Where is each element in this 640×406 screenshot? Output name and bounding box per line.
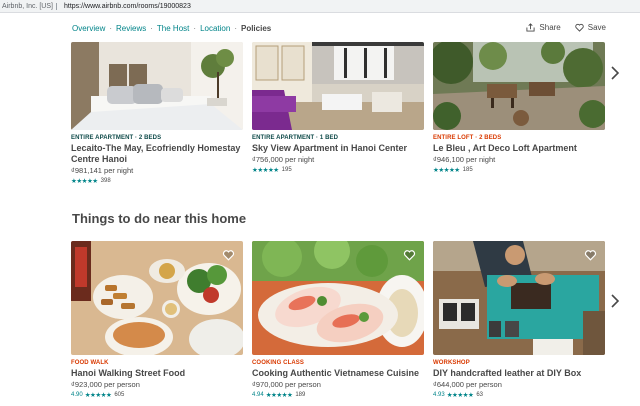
listing-title[interactable]: Sky View Apartment in Hanoi Center <box>252 143 424 154</box>
subnav-separator: · <box>234 24 237 33</box>
experience-price: ₫923,000 per person <box>71 380 140 389</box>
experience-price: ₫970,000 per person <box>252 380 321 389</box>
experience-rating: 4.90 ★★★★★ 605 <box>71 391 243 399</box>
experience-title[interactable]: DIY handcrafted leather at DIY Box <box>433 368 605 379</box>
save-label: Save <box>587 23 606 32</box>
experience-photo[interactable] <box>252 241 424 355</box>
review-count: 398 <box>100 178 111 184</box>
experience-kicker: FOOD WALK <box>71 360 109 366</box>
experience-rating: 4.94 ★★★★★ 189 <box>252 391 424 399</box>
listing-rating: ★★★★★ 398 <box>71 177 243 185</box>
next-experiences-button[interactable] <box>610 294 620 312</box>
heart-icon[interactable] <box>403 249 416 261</box>
listing-photo[interactable] <box>433 42 605 130</box>
experience-photo[interactable] <box>71 241 243 355</box>
listing-rating: ★★★★★ 185 <box>433 166 605 174</box>
subnav-location[interactable]: Location <box>200 24 230 33</box>
share-button[interactable]: Share <box>526 23 561 32</box>
subnav-reviews[interactable]: Reviews <box>116 24 146 33</box>
bedroom-photo <box>71 42 243 130</box>
review-count: 185 <box>462 167 473 173</box>
leather-workshop-photo <box>433 241 605 355</box>
star-rating-icon: ★★★★★ <box>433 167 460 174</box>
experience-rating: 4.93 ★★★★★ 63 <box>433 391 605 399</box>
url-text[interactable]: https://www.airbnb.com/rooms/19000823 <box>64 0 191 12</box>
experience-card[interactable]: FOOD WALK Hanoi Walking Street Food ₫923… <box>71 241 243 399</box>
listing-card[interactable]: ENTIRE LOFT · 2 BEDS Le Bleu , Art Deco … <box>433 42 605 174</box>
review-count: 189 <box>295 392 306 398</box>
share-icon <box>526 23 535 32</box>
star-rating-icon: ★★★★★ <box>84 392 112 399</box>
heart-icon[interactable] <box>584 249 597 261</box>
experience-price: ₫644,000 per person <box>433 380 502 389</box>
cooking-photo <box>252 241 424 355</box>
listing-price: ₫756,000 per night <box>252 155 315 164</box>
listing-actions: Share Save <box>512 23 606 32</box>
review-count: 63 <box>476 392 484 398</box>
listing-price: ₫946,100 per night <box>433 155 496 164</box>
star-rating-icon: ★★★★★ <box>446 392 474 399</box>
listing-title[interactable]: Le Bleu , Art Deco Loft Apartment <box>433 143 605 154</box>
street-food-photo <box>71 241 243 355</box>
heart-icon[interactable] <box>222 249 235 261</box>
share-label: Share <box>539 23 561 32</box>
section-title: Things to do near this home <box>72 211 247 226</box>
experience-kicker: COOKING CLASS <box>252 360 304 366</box>
experience-card[interactable]: WORKSHOP DIY handcrafted leather at DIY … <box>433 241 605 399</box>
subnav-separator: · <box>193 24 197 33</box>
star-rating-icon: ★★★★★ <box>252 167 279 174</box>
experience-card[interactable]: COOKING CLASS Cooking Authentic Vietname… <box>252 241 424 399</box>
subnav-separator: · <box>109 24 113 33</box>
listing-photo[interactable] <box>71 42 243 130</box>
listing-subnav: Overview · Reviews · The Host · Location… <box>72 24 271 33</box>
chevron-right-icon <box>611 66 620 80</box>
browser-address-bar[interactable]: Airbnb, Inc. [US] https://www.airbnb.com… <box>0 0 640 13</box>
listing-price: ₫981,141 per night <box>71 166 134 175</box>
listing-card[interactable]: ENTIRE APARTMENT · 1 BED Sky View Apartm… <box>252 42 424 174</box>
living-room-photo <box>252 42 424 130</box>
listing-photo[interactable] <box>252 42 424 130</box>
star-rating-icon: ★★★★★ <box>71 178 98 185</box>
listing-kicker: ENTIRE LOFT · 2 BEDS <box>433 135 502 141</box>
rating-value: 4.94 <box>252 392 264 398</box>
review-count: 605 <box>114 392 125 398</box>
subnav-policies[interactable]: Policies <box>241 24 271 33</box>
address-bar-divider <box>56 3 57 10</box>
listing-title[interactable]: Lecaito-The May, Ecofriendly Homestay Ce… <box>71 143 243 165</box>
listing-kicker: ENTIRE APARTMENT · 1 BED <box>252 135 339 141</box>
star-rating-icon: ★★★★★ <box>265 392 293 399</box>
terrace-photo <box>433 42 605 130</box>
experience-title[interactable]: Cooking Authentic Vietnamese Cuisine <box>252 368 424 379</box>
next-listings-button[interactable] <box>610 66 620 84</box>
listing-card[interactable]: ENTIRE APARTMENT · 2 BEDS Lecaito-The Ma… <box>71 42 243 185</box>
subnav-host[interactable]: The Host <box>157 24 189 33</box>
rating-value: 4.93 <box>433 392 445 398</box>
experience-photo[interactable] <box>433 241 605 355</box>
listing-rating: ★★★★★ 195 <box>252 166 424 174</box>
heart-icon <box>575 23 584 32</box>
experience-kicker: WORKSHOP <box>433 360 470 366</box>
chevron-right-icon <box>611 294 620 308</box>
subnav-overview[interactable]: Overview <box>72 24 105 33</box>
site-identity[interactable]: Airbnb, Inc. [US] <box>2 0 53 12</box>
listing-kicker: ENTIRE APARTMENT · 2 BEDS <box>71 135 162 141</box>
save-button[interactable]: Save <box>575 23 606 32</box>
review-count: 195 <box>281 167 292 173</box>
subnav-separator: · <box>150 24 153 33</box>
experience-title[interactable]: Hanoi Walking Street Food <box>71 368 243 379</box>
rating-value: 4.90 <box>71 392 83 398</box>
